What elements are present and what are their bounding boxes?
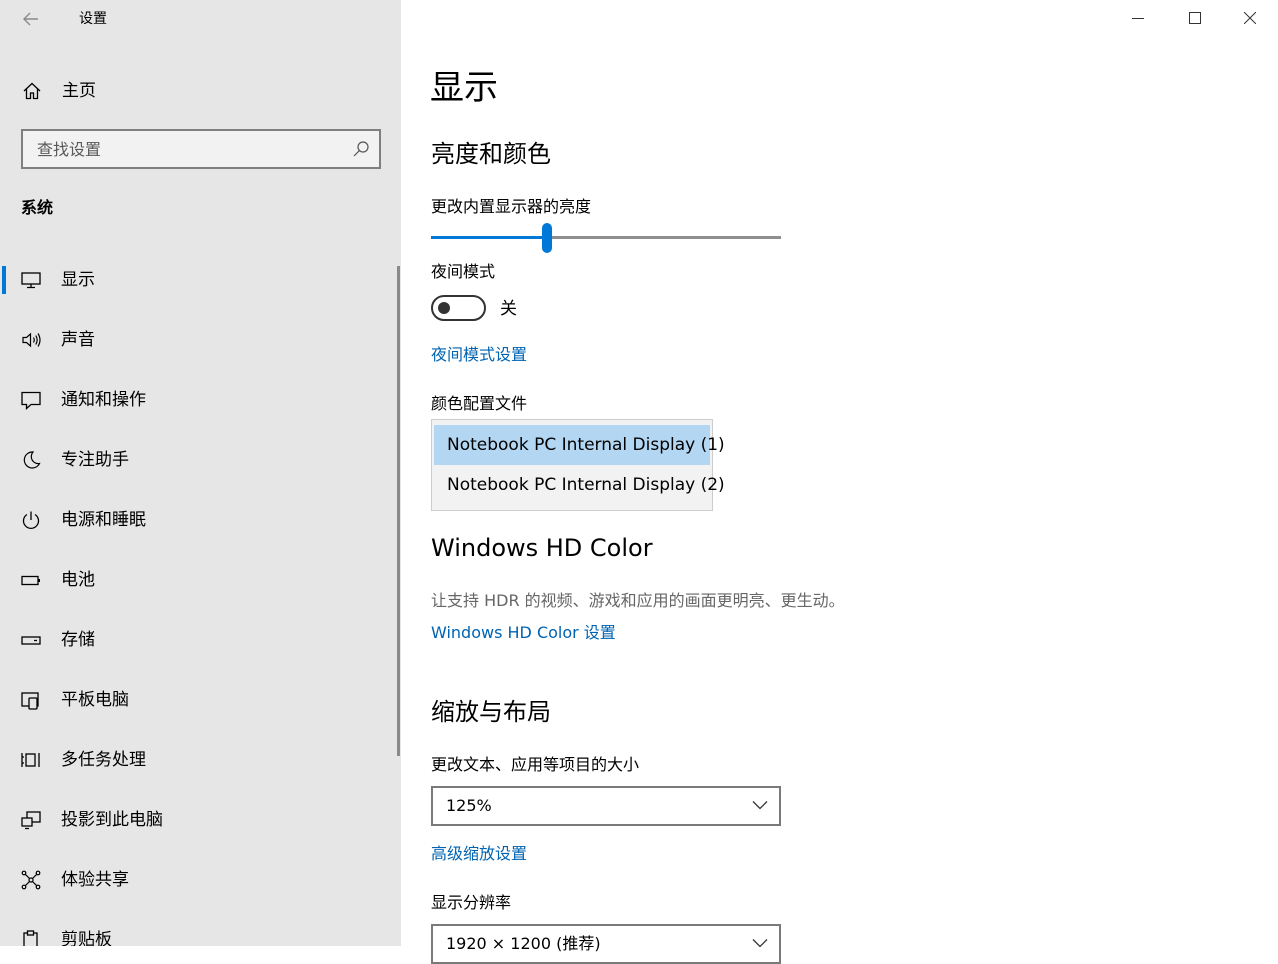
storage-icon [21,636,41,645]
share-icon [21,870,41,890]
sidebar-item-notifications[interactable]: 通知和操作 [0,378,397,422]
app-title: 设置 [79,11,107,27]
resolution-value: 1920 × 1200 (推荐) [446,934,601,953]
minimize-button[interactable] [1109,0,1166,38]
sidebar-item-storage[interactable]: 存储 [0,618,397,662]
close-button[interactable] [1221,0,1278,38]
brightness-slider[interactable] [431,222,781,254]
back-button[interactable] [20,8,42,30]
slider-thumb[interactable] [541,223,552,253]
chevron-down-icon [752,939,768,948]
moon-icon [23,451,41,469]
sidebar-item-display[interactable]: 显示 [0,258,397,302]
color-profile-option-2[interactable]: Notebook PC Internal Display (2) [434,465,725,505]
notification-icon [21,391,41,410]
battery-icon [21,575,40,586]
sidebar-item-power[interactable]: 电源和睡眠 [0,498,397,542]
back-arrow-icon [23,12,38,26]
search-box[interactable] [21,129,381,169]
night-light-settings-link[interactable]: 夜间模式设置 [431,344,527,366]
color-profile-option-1[interactable]: Notebook PC Internal Display (1) [434,425,725,465]
night-light-label: 夜间模式 [431,262,496,281]
sidebar-item-label: 存储 [61,630,95,650]
project-icon [21,811,41,830]
sidebar-item-label: 剪贴板 [61,930,112,946]
color-profile-list[interactable]: Notebook PC Internal Display (1) Noteboo… [431,419,725,511]
scale-value: 125% [446,796,492,815]
sidebar-item-shared-experiences[interactable]: 体验共享 [0,858,397,902]
sidebar-item-project[interactable]: 投影到此电脑 [0,798,397,842]
advanced-scaling-link[interactable]: 高级缩放设置 [431,843,527,865]
search-input[interactable] [23,131,347,167]
maximize-button[interactable] [1166,0,1223,38]
toggle-knob [438,302,450,314]
hd-color-description: 让支持 HDR 的视频、游戏和应用的画面更明亮、更生动。 [431,591,845,610]
sidebar: 设置 主页 系统 显示 声音 通知和操作 [0,0,401,946]
hd-color-settings-link[interactable]: Windows HD Color 设置 [431,622,616,644]
resolution-dropdown[interactable]: 1920 × 1200 (推荐) [431,924,781,964]
sidebar-item-label: 体验共享 [61,870,129,890]
monitor-icon [21,272,41,289]
sidebar-item-label: 多任务处理 [61,750,146,770]
sidebar-item-label: 投影到此电脑 [61,810,163,830]
hd-color-heading: Windows HD Color [431,534,653,562]
scale-layout-heading: 缩放与布局 [431,698,551,726]
night-light-state: 关 [500,299,517,319]
power-icon [22,511,40,529]
sidebar-item-label: 平板电脑 [61,690,129,710]
resolution-label: 显示分辨率 [431,893,512,912]
close-icon [1244,12,1256,24]
speaker-icon [22,332,41,348]
sidebar-item-label: 电池 [61,570,95,590]
sidebar-scrollbar[interactable] [397,266,400,756]
sidebar-item-clipboard[interactable]: 剪贴板 [0,918,397,946]
minimize-icon [1132,18,1144,19]
scale-dropdown[interactable]: 125% [431,786,781,826]
night-light-toggle[interactable] [431,295,486,321]
clipboard-icon [23,930,38,946]
sidebar-item-label: 电源和睡眠 [61,510,146,530]
maximize-icon [1189,12,1201,24]
home-nav-item[interactable]: 主页 [0,76,401,106]
sidebar-item-multitasking[interactable]: 多任务处理 [0,738,397,782]
chevron-down-icon [752,801,768,810]
color-profile-label: 颜色配置文件 [431,394,528,413]
sidebar-item-tablet[interactable]: 平板电脑 [0,678,397,722]
sidebar-item-label: 通知和操作 [61,390,146,410]
sidebar-item-battery[interactable]: 电池 [0,558,397,602]
brightness-label: 更改内置显示器的亮度 [431,197,592,216]
tablet-icon [21,692,39,710]
home-icon [23,82,41,100]
sidebar-item-label: 专注助手 [61,450,129,470]
page-title: 显示 [430,68,498,108]
search-icon[interactable] [352,140,370,158]
multitask-icon [21,753,40,767]
sidebar-item-focus-assist[interactable]: 专注助手 [0,438,397,482]
sidebar-item-sound[interactable]: 声音 [0,318,397,362]
home-label: 主页 [62,81,96,101]
scale-label: 更改文本、应用等项目的大小 [431,755,640,774]
sidebar-item-label: 声音 [61,330,95,350]
brightness-color-heading: 亮度和颜色 [431,140,551,168]
section-label-system: 系统 [21,198,54,217]
sidebar-item-label: 显示 [61,270,95,290]
slider-fill [431,236,547,239]
